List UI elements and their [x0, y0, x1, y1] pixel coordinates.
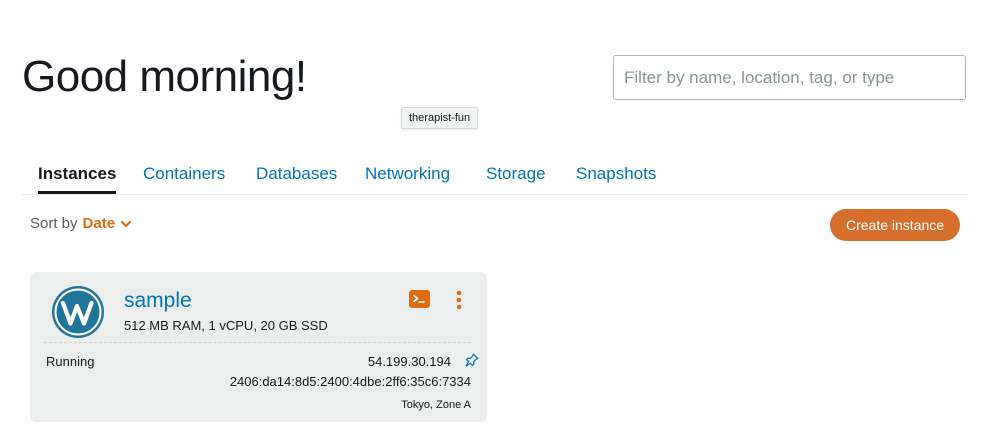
instance-ipv6: 2406:da14:8d5:2400:4dbe:2ff6:35c6:7334: [229, 374, 471, 389]
more-options-icon[interactable]: [452, 290, 466, 310]
instance-status: Running: [46, 354, 95, 369]
pin-icon[interactable]: [465, 353, 479, 367]
sort-control: Sort by Date: [30, 215, 132, 232]
instance-specs: 512 MB RAM, 1 vCPU, 20 GB SSD: [124, 318, 328, 333]
instance-ipv4: 54.199.30.194: [367, 354, 451, 369]
instance-card[interactable]: sample 512 MB RAM, 1 vCPU, 20 GB SSD Run…: [30, 272, 487, 422]
tab-networking[interactable]: Networking: [365, 160, 450, 191]
tab-instances[interactable]: Instances: [38, 160, 117, 194]
tab-snapshots[interactable]: Snapshots: [576, 160, 656, 191]
wordpress-icon: [52, 286, 104, 338]
tab-containers[interactable]: Containers: [143, 160, 225, 191]
chevron-down-icon[interactable]: [120, 218, 132, 230]
sort-label: Sort by: [30, 215, 78, 232]
sort-value[interactable]: Date: [83, 215, 116, 232]
instance-name-link[interactable]: sample: [124, 289, 192, 313]
create-instance-button[interactable]: Create instance: [830, 209, 960, 241]
search-input[interactable]: [613, 55, 966, 100]
card-divider: [44, 342, 471, 343]
tooltip: therapist-fun: [401, 107, 479, 129]
tab-bar: Instances Containers Databases Networkin…: [22, 160, 968, 195]
instance-zone: Tokyo, Zone A: [401, 399, 471, 411]
tab-databases[interactable]: Databases: [256, 160, 337, 191]
tab-storage[interactable]: Storage: [486, 160, 546, 191]
terminal-icon[interactable]: [409, 290, 430, 308]
page-title: Good morning!: [22, 52, 307, 101]
